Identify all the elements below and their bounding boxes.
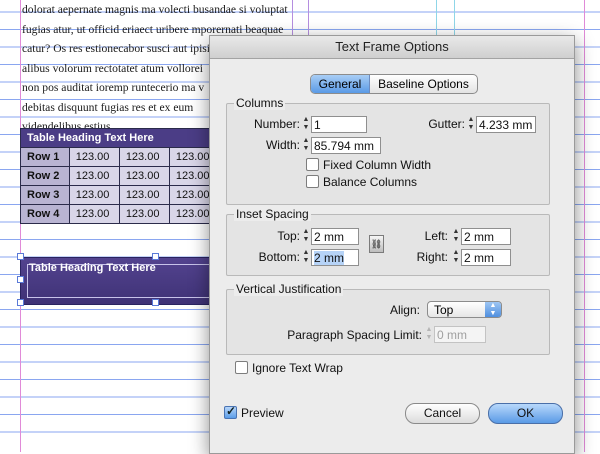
bottom-field[interactable]: 2 mm: [311, 249, 359, 266]
cancel-button[interactable]: Cancel: [405, 403, 480, 424]
table-heading[interactable]: Table Heading Text Here: [20, 128, 220, 148]
width-stepper[interactable]: ▲ ▼: [302, 137, 310, 154]
ok-button[interactable]: OK: [488, 403, 563, 424]
align-label: Align:: [389, 303, 420, 317]
bottom-stepper[interactable]: ▲ ▼: [302, 249, 310, 266]
frame-handle[interactable]: [152, 253, 159, 260]
number-stepper[interactable]: ▲ ▼: [302, 116, 310, 133]
column-guide: [584, 0, 585, 452]
right-label: Right:: [416, 250, 448, 264]
checkbox-box[interactable]: [306, 158, 319, 171]
width-label: Width:: [265, 138, 300, 152]
left-stepper[interactable]: ▲ ▼: [452, 228, 460, 245]
paragraph-spacing-stepper: ▲ ▼: [425, 326, 433, 341]
balance-columns-label: Balance Columns: [323, 175, 418, 189]
vertical-justification-group: [226, 289, 550, 355]
row-header[interactable]: Row 3: [20, 185, 70, 205]
table-row[interactable]: Row 2 123.00 123.00 123.00: [20, 166, 221, 186]
paragraph-spacing-limit-label: Paragraph Spacing Limit:: [287, 328, 422, 342]
tab-baseline-options[interactable]: Baseline Options: [370, 75, 477, 93]
table-row[interactable]: Row 4 123.00 123.00 123.00: [20, 204, 221, 224]
table-row[interactable]: Row 3 123.00 123.00 123.00: [20, 185, 221, 205]
row-header[interactable]: Row 4: [20, 204, 70, 224]
text-frame-options-dialog: Text Frame Options General Baseline Opti…: [209, 35, 575, 454]
document-table[interactable]: Table Heading Text Here Row 1 123.00 123…: [20, 128, 221, 224]
frame-handle[interactable]: [17, 299, 24, 306]
preview-checkbox[interactable]: Preview: [224, 404, 284, 420]
chain-link-icon[interactable]: ⛓: [369, 235, 384, 253]
table-row[interactable]: Row 1 123.00 123.00 123.00: [20, 147, 221, 167]
checkbox-box[interactable]: [235, 361, 248, 374]
inset-spacing-group-label: Inset Spacing: [234, 207, 311, 221]
frame-heading: Table Heading Text Here: [29, 262, 156, 274]
dialog-title: Text Frame Options: [210, 36, 574, 59]
body-line: dolorat aepernate magnis ma volecti busa…: [22, 3, 288, 16]
fixed-column-width-checkbox[interactable]: Fixed Column Width: [306, 158, 431, 172]
table-cell[interactable]: 123.00: [68, 147, 120, 167]
bottom-label: Bottom:: [258, 250, 300, 264]
tab-control: General Baseline Options: [310, 74, 478, 94]
table-cell[interactable]: 123.00: [68, 166, 120, 186]
table-cell[interactable]: 123.00: [118, 204, 170, 224]
top-label: Top:: [277, 229, 300, 243]
table-cell[interactable]: 123.00: [118, 185, 170, 205]
fixed-column-width-label: Fixed Column Width: [323, 158, 432, 172]
align-select[interactable]: Top ▲ ▼: [427, 301, 502, 318]
number-label: Number:: [253, 117, 300, 131]
ignore-text-wrap-label: Ignore Text Wrap: [252, 361, 343, 375]
left-field[interactable]: 2 mm: [461, 228, 511, 245]
right-field[interactable]: 2 mm: [461, 249, 511, 266]
paragraph-spacing-field: 0 mm: [434, 326, 486, 343]
gutter-field[interactable]: 4.233 mm: [476, 116, 536, 133]
left-label: Left:: [424, 229, 448, 243]
right-stepper[interactable]: ▲ ▼: [452, 249, 460, 266]
row-header[interactable]: Row 2: [20, 166, 70, 186]
number-field[interactable]: 1: [311, 116, 367, 133]
column-guide: [20, 0, 21, 452]
ignore-text-wrap-checkbox[interactable]: Ignore Text Wrap: [235, 361, 343, 375]
top-field[interactable]: 2 mm: [311, 228, 359, 245]
vertical-justification-group-label: Vertical Justification: [234, 282, 344, 296]
table-cell[interactable]: 123.00: [68, 185, 120, 205]
align-select-value: Top: [434, 303, 454, 317]
gutter-label: Gutter:: [428, 117, 465, 131]
columns-group-label: Columns: [234, 96, 286, 110]
chevron-updown-icon: ▲ ▼: [485, 302, 501, 317]
frame-handle[interactable]: [17, 253, 24, 260]
table-cell[interactable]: 123.00: [118, 147, 170, 167]
top-stepper[interactable]: ▲ ▼: [302, 228, 310, 245]
tab-general[interactable]: General: [311, 75, 370, 93]
width-field[interactable]: 85.794 mm: [311, 137, 381, 154]
selected-text-frame[interactable]: Table Heading Text Here: [20, 257, 213, 305]
frame-handle[interactable]: [152, 299, 159, 306]
balance-columns-checkbox[interactable]: Balance Columns: [306, 175, 417, 189]
preview-label: Preview: [241, 406, 284, 420]
table-cell[interactable]: 123.00: [68, 204, 120, 224]
gutter-stepper[interactable]: ▲ ▼: [467, 116, 475, 133]
bottom-field-value: 2 mm: [314, 251, 344, 265]
frame-handle[interactable]: [17, 276, 24, 283]
checkbox-box-checked[interactable]: [224, 404, 237, 419]
table-cell[interactable]: 123.00: [118, 166, 170, 186]
row-header[interactable]: Row 1: [20, 147, 70, 167]
checkbox-box[interactable]: [306, 175, 319, 188]
inset-spacing-group: [226, 214, 550, 276]
